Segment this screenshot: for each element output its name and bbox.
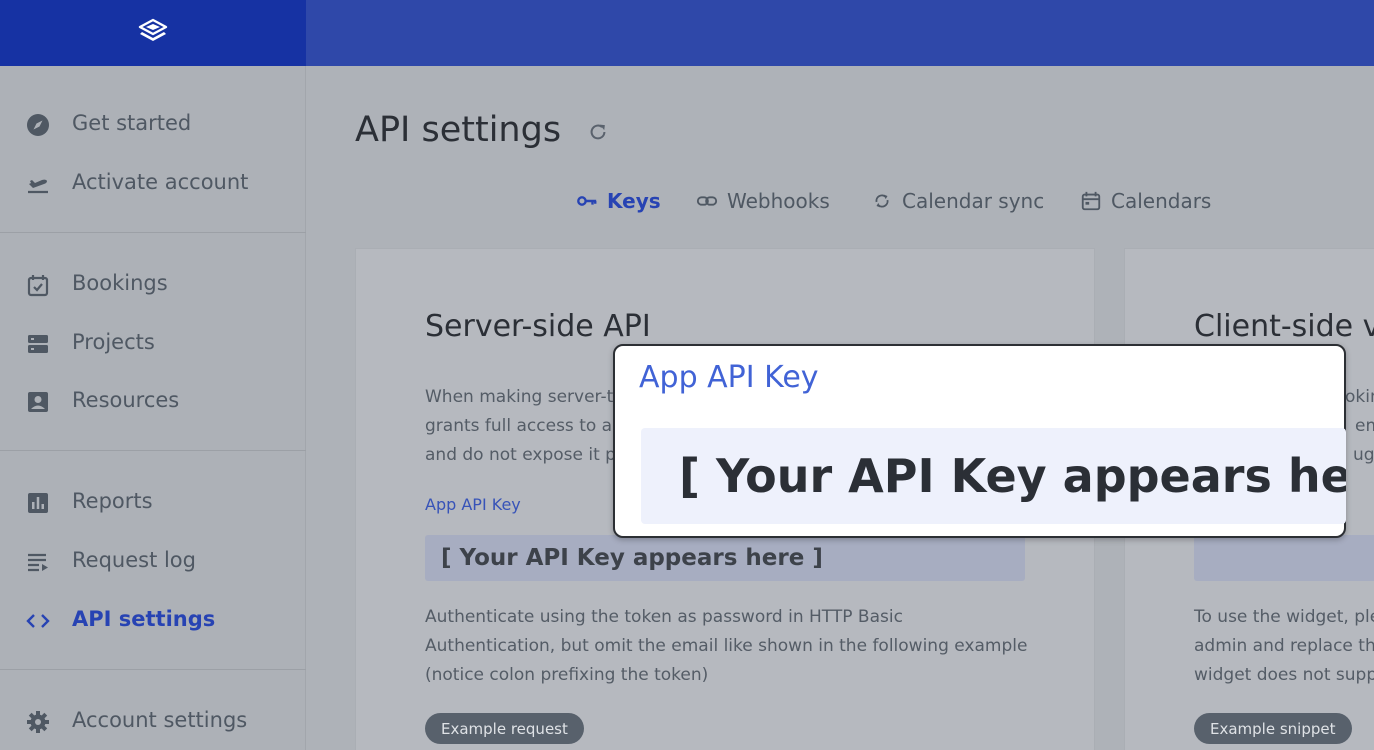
text-line: widget does not supp — [1194, 665, 1374, 685]
bar-chart-icon — [25, 490, 51, 516]
client-key-field[interactable] — [1194, 535, 1374, 581]
layers-logo-icon — [138, 18, 168, 41]
sidebar-item-label: Request log — [72, 548, 196, 572]
tab-label: Calendar sync — [902, 189, 1045, 213]
api-key-label: App API Key — [425, 495, 521, 514]
callout-key-value: [ Your API Key appears here ] — [641, 428, 1346, 524]
tab-keys[interactable]: Keys — [575, 184, 661, 218]
text-line: ugh — [1353, 445, 1374, 465]
sidebar-item-request-log[interactable]: Request log — [0, 536, 306, 586]
text-line: oking — [1345, 387, 1374, 407]
sidebar-item-label: Bookings — [72, 271, 168, 295]
page-title: API settings — [355, 110, 562, 150]
sidebar-item-get-started[interactable]: Get started — [0, 99, 306, 149]
divider — [0, 232, 306, 233]
example-request-button[interactable]: Example request — [425, 713, 584, 744]
list-icon — [25, 549, 51, 575]
widget-description: To use the widget, ple admin and replace… — [1194, 603, 1374, 690]
refresh-icon[interactable] — [587, 121, 609, 143]
link-icon — [695, 189, 719, 213]
sidebar-item-label: Projects — [72, 330, 155, 354]
sidebar-item-label: Reports — [72, 489, 153, 513]
gear-icon — [25, 709, 51, 735]
key-icon — [575, 189, 599, 213]
compass-icon — [25, 112, 51, 138]
tab-calendar-sync[interactable]: Calendar sync — [870, 184, 1044, 218]
server-icon — [25, 331, 51, 357]
contact-icon — [25, 389, 51, 415]
sidebar-item-label: Activate account — [72, 170, 249, 194]
calendar-check-icon — [25, 272, 51, 298]
calendar-icon — [1079, 189, 1103, 213]
text-line: Authenticate using the token as password… — [425, 607, 903, 627]
text-line: When making server-t — [425, 387, 614, 407]
example-snippet-button[interactable]: Example snippet — [1194, 713, 1352, 744]
tab-label: Webhooks — [727, 189, 830, 213]
text-line: grants full access to al — [425, 416, 617, 436]
logo[interactable] — [0, 0, 306, 66]
text-line: Authentication, but omit the email like … — [425, 636, 1028, 656]
auth-description: Authenticate using the token as password… — [425, 603, 1065, 690]
tab-label: Calendars — [1111, 189, 1212, 213]
divider — [0, 450, 306, 451]
text-line: To use the widget, ple — [1194, 607, 1374, 627]
api-key-zoom-callout: App API Key [ Your API Key appears here … — [613, 344, 1346, 538]
sync-icon — [870, 189, 894, 213]
card-title: Server-side API — [425, 309, 651, 344]
api-key-field[interactable]: [ Your API Key appears here ] — [425, 535, 1025, 581]
tab-webhooks[interactable]: Webhooks — [695, 184, 830, 218]
tab-calendars[interactable]: Calendars — [1079, 184, 1211, 218]
sidebar-item-label: API settings — [72, 607, 216, 631]
code-icon — [25, 608, 51, 634]
tab-label: Keys — [607, 189, 661, 213]
text-line: admin and replace th — [1194, 636, 1374, 656]
takeoff-icon — [25, 171, 51, 197]
sidebar-item-account-settings[interactable]: Account settings — [0, 696, 306, 746]
sidebar: Get started Activate account Bookings Pr… — [0, 66, 306, 750]
sidebar-item-bookings[interactable]: Bookings — [0, 259, 306, 309]
sidebar-item-label: Account settings — [72, 708, 248, 732]
card-intro-text: oking em ugh — [1345, 383, 1374, 470]
text-line: em — [1355, 416, 1374, 436]
sidebar-item-label: Resources — [72, 388, 180, 412]
sidebar-item-projects[interactable]: Projects — [0, 318, 306, 368]
sidebar-item-api-settings[interactable]: API settings — [0, 595, 306, 645]
card-title: Client-side v — [1194, 309, 1374, 344]
sidebar-item-resources[interactable]: Resources — [0, 376, 306, 426]
text-line: and do not expose it p — [425, 445, 616, 465]
card-intro-text: When making server-t grants full access … — [425, 383, 617, 470]
callout-label: App API Key — [639, 360, 819, 395]
sidebar-item-reports[interactable]: Reports — [0, 477, 306, 527]
divider — [0, 669, 306, 670]
text-line: (notice colon prefixing the token) — [425, 665, 709, 685]
sidebar-item-label: Get started — [72, 111, 192, 135]
sidebar-item-activate-account[interactable]: Activate account — [0, 158, 306, 208]
